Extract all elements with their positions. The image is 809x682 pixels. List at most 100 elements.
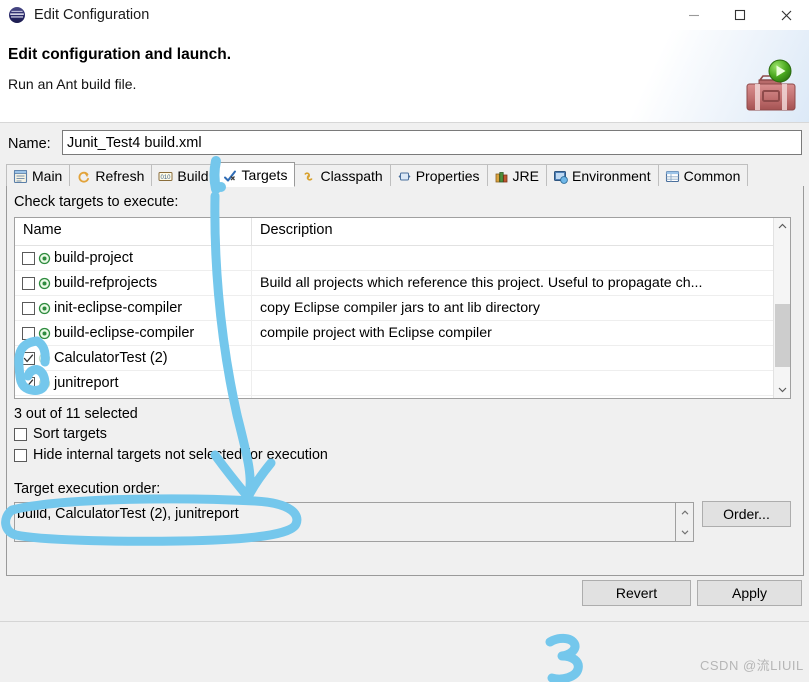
close-button[interactable] bbox=[763, 0, 809, 30]
check-targets-label: Check targets to execute: bbox=[14, 194, 179, 210]
tab-label: JRE bbox=[512, 168, 539, 184]
target-name: junitreport bbox=[54, 375, 119, 391]
target-description bbox=[252, 246, 790, 270]
tab-label: Common bbox=[683, 168, 741, 184]
tab-build[interactable]: 010 Build bbox=[151, 164, 217, 187]
tab-label: Environment bbox=[571, 168, 651, 184]
tab-properties[interactable]: Properties bbox=[389, 164, 488, 187]
tab-classpath[interactable]: Classpath bbox=[294, 164, 391, 187]
target-checkbox[interactable] bbox=[22, 276, 35, 290]
tab-label: Main bbox=[32, 168, 63, 184]
target-name: CalculatorTest (2) bbox=[54, 350, 168, 366]
table-row[interactable]: CalculatorTest (2) bbox=[15, 346, 790, 371]
chevron-down-icon[interactable] bbox=[774, 381, 790, 398]
refresh-arrows-icon bbox=[76, 169, 91, 184]
tab-targets[interactable]: Targets bbox=[215, 162, 296, 187]
target-execution-order-value: build, CalculatorTest (2), junitreport bbox=[17, 506, 239, 522]
window-title: Edit Configuration bbox=[34, 7, 150, 23]
target-checkbox[interactable] bbox=[22, 376, 35, 390]
environment-icon bbox=[553, 169, 568, 184]
order-field-spinner[interactable] bbox=[676, 502, 694, 542]
target-name-cell: build-eclipse-compiler bbox=[15, 321, 252, 345]
window-controls bbox=[671, 0, 809, 30]
chevron-down-icon[interactable] bbox=[676, 522, 693, 541]
target-checkbox[interactable] bbox=[22, 251, 35, 265]
target-checkbox[interactable] bbox=[22, 301, 35, 315]
chevron-up-icon[interactable] bbox=[676, 503, 693, 522]
target-name: init-eclipse-compiler bbox=[54, 300, 183, 316]
tab-label: Properties bbox=[415, 168, 480, 184]
dialog-header: Edit configuration and launch. Run an An… bbox=[0, 30, 809, 123]
sort-targets-option[interactable]: Sort targets bbox=[14, 426, 107, 442]
sort-targets-label: Sort targets bbox=[33, 426, 107, 442]
target-name-cell: init-eclipse-compiler bbox=[15, 296, 252, 320]
target-name: build-refprojects bbox=[54, 275, 158, 291]
tab-label: Refresh bbox=[95, 168, 145, 184]
tab-strip-filler bbox=[747, 163, 804, 187]
tab-main[interactable]: Main bbox=[6, 164, 71, 187]
header-title: Edit configuration and launch. bbox=[8, 46, 232, 63]
table-header-row: Name Description bbox=[15, 218, 790, 246]
tab-strip: Main Refresh 010 Build Targets Classpath… bbox=[6, 162, 804, 187]
revert-button[interactable]: Revert bbox=[582, 580, 691, 606]
apply-button[interactable]: Apply bbox=[697, 580, 802, 606]
target-name-cell: build-refprojects bbox=[15, 271, 252, 295]
dialog-footer: ? Run Close bbox=[0, 622, 809, 682]
main-document-icon bbox=[13, 169, 28, 184]
column-header-description[interactable]: Description bbox=[252, 218, 790, 245]
properties-icon bbox=[397, 169, 412, 184]
target-description bbox=[252, 396, 790, 398]
target-name: build-project bbox=[54, 250, 133, 266]
order-button[interactable]: Order... bbox=[702, 501, 791, 527]
targets-tab-panel: Check targets to execute: Name Descripti… bbox=[6, 186, 804, 576]
ant-toolbox-run-icon bbox=[739, 58, 801, 116]
minimize-button[interactable] bbox=[671, 0, 717, 30]
ant-target-icon bbox=[38, 327, 51, 340]
ant-target-icon bbox=[38, 252, 51, 265]
table-row[interactable]: junitreport bbox=[15, 371, 790, 396]
chevron-up-icon[interactable] bbox=[774, 218, 790, 235]
title-bar: Edit Configuration bbox=[0, 0, 809, 30]
target-checkbox[interactable] bbox=[22, 326, 35, 340]
hide-internal-targets-label: Hide internal targets not selected for e… bbox=[33, 447, 328, 463]
header-subtitle: Run an Ant build file. bbox=[8, 76, 137, 92]
table-row[interactable]: init-eclipse-compiler copy Eclipse compi… bbox=[15, 296, 790, 321]
scrollbar-thumb[interactable] bbox=[775, 304, 790, 367]
column-header-name[interactable]: Name bbox=[15, 218, 252, 245]
target-name-cell: CalculatorTest (2) bbox=[15, 346, 252, 370]
ant-target-icon bbox=[38, 352, 51, 365]
target-description: compile project with Eclipse compiler bbox=[260, 325, 492, 341]
target-description bbox=[252, 346, 790, 370]
target-name-cell bbox=[15, 396, 252, 398]
tab-refresh[interactable]: Refresh bbox=[69, 164, 153, 187]
target-description bbox=[252, 371, 790, 395]
targets-table[interactable]: Name Description build-project build-ref… bbox=[14, 217, 791, 399]
table-vertical-scrollbar[interactable] bbox=[773, 218, 790, 398]
csdn-watermark: CSDN @流LIUIL bbox=[700, 658, 804, 673]
svg-text:010: 010 bbox=[161, 174, 172, 180]
targets-check-icon bbox=[223, 167, 238, 182]
table-row[interactable]: build-project bbox=[15, 246, 790, 271]
table-row[interactable]: build-refprojects Build all projects whi… bbox=[15, 271, 790, 296]
hide-internal-targets-checkbox[interactable] bbox=[14, 448, 27, 462]
hide-internal-targets-option[interactable]: Hide internal targets not selected for e… bbox=[14, 447, 328, 463]
eclipse-logo-icon bbox=[8, 6, 26, 24]
classpath-links-icon bbox=[301, 169, 316, 184]
maximize-button[interactable] bbox=[717, 0, 763, 30]
tab-label: Targets bbox=[241, 166, 288, 183]
tab-environment[interactable]: Environment bbox=[545, 164, 659, 187]
name-label: Name: bbox=[8, 136, 51, 152]
selected-count-text: 3 out of 11 selected bbox=[14, 406, 138, 422]
ant-target-icon bbox=[38, 302, 51, 315]
target-checkbox[interactable] bbox=[22, 351, 35, 365]
tab-common[interactable]: Common bbox=[657, 164, 749, 187]
target-name: build-eclipse-compiler bbox=[54, 325, 195, 341]
target-execution-order-label: Target execution order: bbox=[14, 481, 161, 497]
target-description: copy Eclipse compiler jars to ant lib di… bbox=[260, 300, 540, 316]
configuration-name-input[interactable] bbox=[62, 130, 802, 155]
table-row[interactable]: build-eclipse-compiler compile project w… bbox=[15, 321, 790, 346]
target-name-cell: build-project bbox=[15, 246, 252, 270]
sort-targets-checkbox[interactable] bbox=[14, 427, 27, 441]
tab-jre[interactable]: JRE bbox=[486, 164, 547, 187]
ant-target-icon bbox=[38, 377, 51, 390]
